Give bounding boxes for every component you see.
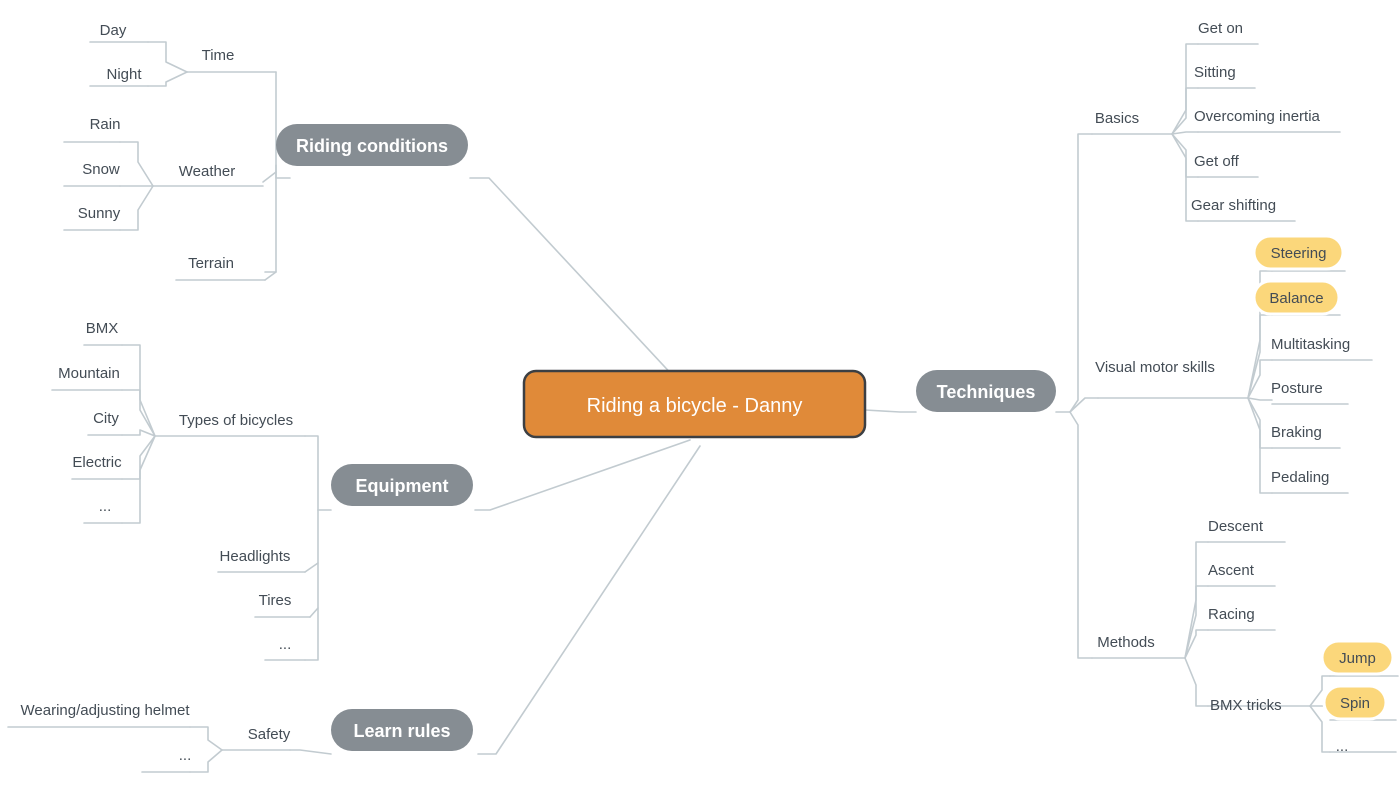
branch-tires[interactable]: Tires [259,592,292,609]
leaf-wearing-helmet[interactable]: Wearing/adjusting helmet [21,702,191,719]
leaf-bmx[interactable]: BMX [86,320,119,337]
leaf-braking[interactable]: Braking [1271,424,1322,441]
leaf-racing[interactable]: Racing [1208,606,1255,623]
equipment-label: Equipment [356,476,449,496]
leaf-gear-shifting[interactable]: Gear shifting [1191,197,1276,214]
node-techniques[interactable]: Techniques [916,370,1056,412]
edge-root-to-equipment [474,439,691,511]
leaf-mountain[interactable]: Mountain [58,365,120,382]
node-balance[interactable]: Balance [1252,279,1341,316]
leaf-electric[interactable]: Electric [72,454,122,471]
edge-headlights-connector [304,562,319,573]
edge-techniques-trunk-down [1069,411,1093,659]
balance-label: Balance [1269,290,1323,307]
edge-equipment-trunk-up [304,435,319,511]
leaf-night[interactable]: Night [106,66,142,83]
learn-rules-label: Learn rules [353,721,450,741]
leaf-day[interactable]: Day [100,22,127,39]
leaf-ascent[interactable]: Ascent [1208,562,1255,579]
branch-methods[interactable]: Methods [1097,634,1155,651]
jump-label: Jump [1339,650,1376,667]
leaf-types-ellipsis[interactable]: ... [99,498,112,515]
edge-root-to-techniques [864,409,917,413]
node-steering[interactable]: Steering [1252,234,1345,271]
edge-safety-to-helmet [189,726,223,751]
edge-terrain-connector [264,271,277,281]
leaf-labels-left: Day Night Time Rain Snow Sunny Weather T… [21,22,294,764]
edge-methods-to-bmx-tricks [1184,657,1209,707]
edge-vms-to-pedaling [1247,397,1273,494]
leaf-multitasking[interactable]: Multitasking [1271,336,1350,353]
branch-types-of-bicycles[interactable]: Types of bicycles [179,412,293,429]
node-riding-conditions[interactable]: Riding conditions [276,124,468,166]
leaf-city[interactable]: City [93,410,119,427]
root-label: Riding a bicycle - Danny [587,395,803,417]
leaf-labels-right: Get on Sitting Overcoming inertia Get of… [1095,20,1350,755]
leaf-rain[interactable]: Rain [90,116,121,133]
branch-visual-motor-skills[interactable]: Visual motor skills [1095,359,1215,376]
leaf-descent[interactable]: Descent [1208,518,1264,535]
leaf-get-off[interactable]: Get off [1194,153,1240,170]
edge-methods-to-ascent [1184,585,1209,659]
leaf-bmx-ellipsis[interactable]: ... [1336,738,1349,755]
node-learn-rules[interactable]: Learn rules [331,709,473,751]
node-jump[interactable]: Jump [1320,639,1395,676]
branch-headlights[interactable]: Headlights [220,548,291,565]
edge-tires-connector [309,607,319,618]
branch-terrain[interactable]: Terrain [188,255,234,272]
branch-basics[interactable]: Basics [1095,110,1139,127]
node-root[interactable]: Riding a bicycle - Danny [522,369,867,439]
mindmap-canvas: Day Night Time Rain Snow Sunny Weather T… [7,20,1399,773]
edge-root-to-riding-conditions [469,177,691,395]
edge-vms-to-posture [1247,397,1273,401]
leaf-overcoming-inertia[interactable]: Overcoming inertia [1194,108,1321,125]
techniques-label: Techniques [937,382,1036,402]
edge-rc-weather-connector [262,171,277,183]
leaf-sunny[interactable]: Sunny [78,205,121,222]
riding-conditions-label: Riding conditions [296,136,448,156]
node-spin[interactable]: Spin [1322,684,1388,721]
node-equipment[interactable]: Equipment [331,464,473,506]
steering-label: Steering [1271,245,1327,262]
leaf-safety-ellipsis[interactable]: ... [179,747,192,764]
edge-weather-to-rain [119,141,154,187]
edge-rc-trunk-vertical-down [264,177,277,273]
branch-safety[interactable]: Safety [248,726,291,743]
edge-types-to-city [121,429,156,437]
leaf-get-on[interactable]: Get on [1198,20,1243,37]
edge-types-to-electric [121,435,156,480]
edge-root-to-learn-rules [477,445,701,755]
edge-types-to-mountain [121,389,156,437]
leaf-snow[interactable]: Snow [82,161,120,178]
edge-learn-rules-trunk [289,749,332,755]
edge-time-to-day [147,41,188,73]
edge-weather-to-sunny [119,185,154,231]
edge-techniques-trunk-up [1069,133,1093,413]
edge-equipment-trunk-down [304,509,319,661]
leaf-sitting[interactable]: Sitting [1194,64,1236,81]
edge-basics-to-overcoming [1171,131,1199,135]
branch-equip-ellipsis[interactable]: ... [279,636,292,653]
edge-rc-trunk-top [275,164,291,179]
edge-time-to-night [147,71,188,87]
branch-bmx-tricks[interactable]: BMX tricks [1210,697,1282,714]
branch-time[interactable]: Time [202,47,235,64]
leaf-pedaling[interactable]: Pedaling [1271,469,1329,486]
edge-vms-to-balance [1247,314,1273,399]
branch-weather[interactable]: Weather [179,163,235,180]
edge-safety-to-ellipsis [189,749,223,773]
leaf-posture[interactable]: Posture [1271,380,1323,397]
spin-label: Spin [1340,695,1370,712]
